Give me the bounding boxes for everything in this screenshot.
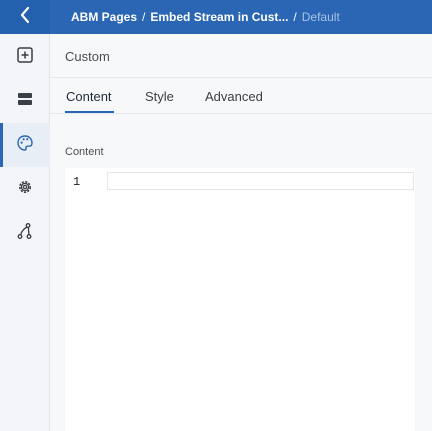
nav-layout[interactable]	[0, 79, 50, 123]
breadcrumb: ABM Pages / Embed Stream in Cust... / De…	[71, 0, 340, 34]
back-button[interactable]	[0, 0, 50, 34]
breadcrumb-abm-pages[interactable]: ABM Pages	[71, 10, 137, 24]
left-nav	[0, 34, 50, 431]
panel-header: Custom	[50, 34, 432, 78]
tab-style[interactable]: Style	[145, 89, 174, 104]
active-tab-indicator	[65, 111, 114, 113]
nav-add[interactable]	[0, 35, 50, 79]
gear-icon	[16, 178, 34, 201]
add-square-icon	[16, 46, 34, 69]
palette-icon	[16, 134, 34, 157]
nav-style[interactable]	[0, 123, 50, 167]
chevron-left-icon	[19, 6, 31, 29]
breadcrumb-current: Default	[301, 10, 340, 24]
line-number: 1	[73, 175, 81, 189]
integration-nodes-icon	[16, 222, 34, 245]
code-editor[interactable]: 1	[65, 168, 415, 431]
breadcrumb-separator: /	[293, 10, 297, 24]
top-bar: ABM Pages / Embed Stream in Cust... / De…	[0, 0, 432, 34]
editor-line-input[interactable]	[107, 172, 414, 190]
breadcrumb-page[interactable]: Embed Stream in Cust...	[150, 10, 288, 24]
panel-title: Custom	[65, 49, 110, 64]
content-field-label: Content	[65, 146, 104, 158]
content-pane: Content 1	[50, 114, 432, 431]
tab-content[interactable]: Content	[66, 89, 112, 104]
tab-advanced[interactable]: Advanced	[205, 89, 263, 104]
nav-integrations[interactable]	[0, 211, 50, 255]
layout-sections-icon	[16, 90, 34, 113]
tab-bar: Content Style Advanced	[50, 78, 432, 114]
nav-settings[interactable]	[0, 167, 50, 211]
breadcrumb-separator: /	[142, 10, 146, 24]
